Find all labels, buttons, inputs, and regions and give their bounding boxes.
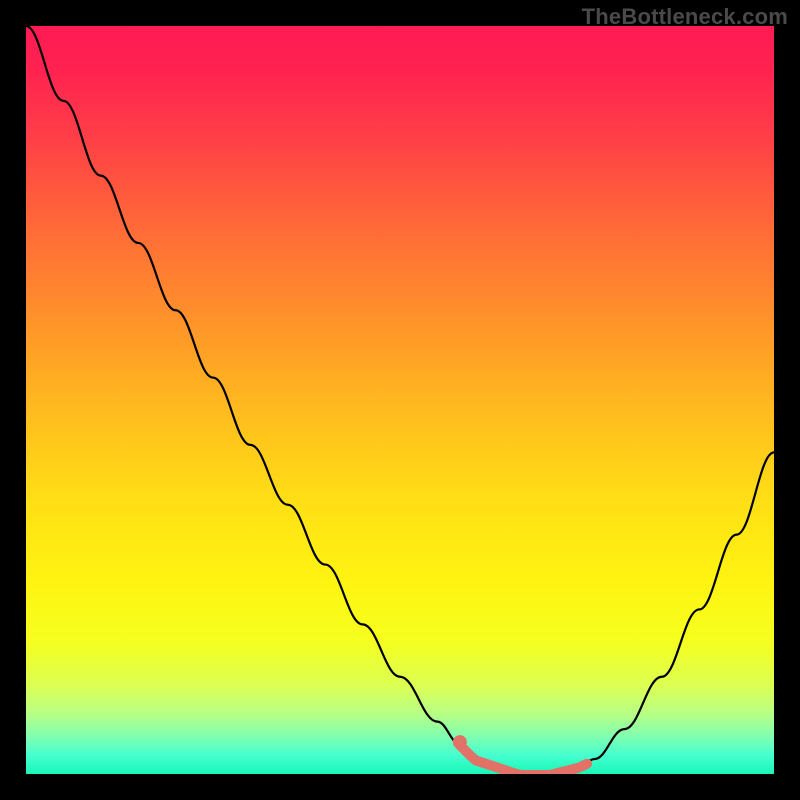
watermark-text: TheBottleneck.com — [582, 4, 788, 30]
chart-frame: TheBottleneck.com — [0, 0, 800, 800]
plot-area — [26, 26, 774, 774]
gradient-background — [26, 26, 774, 774]
optimal-point-marker — [453, 735, 467, 749]
bottleneck-chart — [26, 26, 774, 774]
